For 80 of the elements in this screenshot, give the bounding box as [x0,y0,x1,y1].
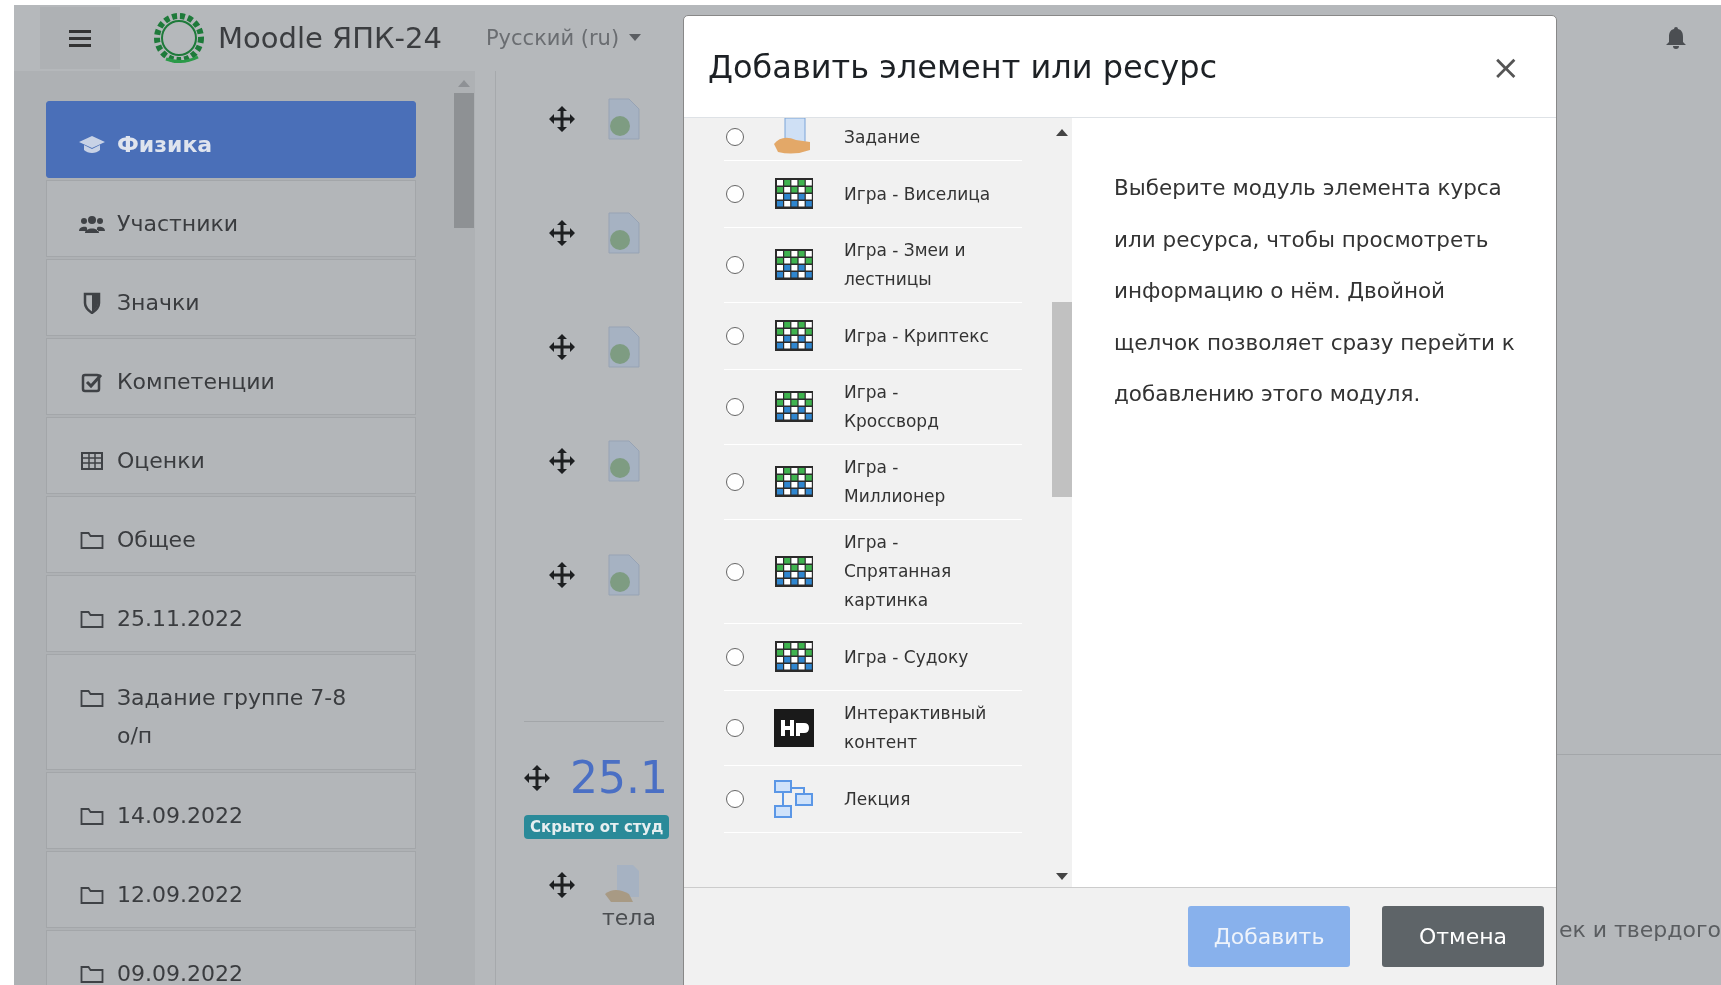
module-option[interactable]: Игра - Виселица [724,161,1022,228]
folder-icon [80,688,104,708]
move-icon[interactable] [549,872,575,898]
web-page-icon [605,440,641,482]
game-board-icon [774,390,814,424]
module-option[interactable]: Игра - Кроссворд [724,370,1022,445]
game-board-icon [774,554,814,589]
sidebar-item[interactable]: Физика [46,101,416,178]
web-page-icon [605,554,641,596]
game-board-icon [774,465,814,499]
table-icon [81,451,103,471]
graduation-cap-icon [79,135,105,155]
folder-icon [80,806,104,826]
sidebar-item[interactable]: 25.11.2022 [46,575,416,652]
folder-icon [80,609,104,629]
game-board-icon [774,319,814,353]
activity-text: ек и твердого [1558,917,1721,942]
move-icon[interactable] [549,334,575,360]
logo-icon [152,11,206,65]
radio-button[interactable] [726,185,744,203]
module-option[interactable]: Игра - Миллионер [724,445,1022,520]
web-page-icon [605,98,641,140]
move-icon[interactable] [549,448,575,474]
bell-icon[interactable] [1665,26,1687,50]
folder-icon [80,530,104,550]
flowchart-icon [774,780,814,818]
scrollbar-thumb[interactable] [1052,302,1072,497]
radio-button[interactable] [726,648,744,666]
sidebar-item[interactable]: Участники [46,180,416,257]
sidebar-item[interactable]: Компетенции [46,338,416,415]
sidebar-item[interactable]: Значки [46,259,416,336]
game-board-icon [774,248,814,282]
game-board-icon [774,640,814,674]
module-option[interactable]: Задание [724,118,1022,161]
menu-icon [69,29,91,47]
web-page-icon [605,326,641,368]
radio-button[interactable] [726,327,744,345]
radio-button[interactable] [726,473,744,491]
folder-icon [80,964,104,984]
scroll-up-icon[interactable] [1056,128,1068,136]
module-option[interactable]: Лекция [724,766,1022,833]
h5p-icon [774,709,814,747]
modal-title: Добавить элемент или ресурс [708,47,1218,86]
site-name[interactable]: Moodle ЯПК-24 [218,21,442,55]
move-icon[interactable] [549,106,575,132]
scroll-down-icon[interactable] [1056,873,1068,881]
close-button[interactable]: × [1479,46,1532,87]
module-option[interactable]: Игра - Спрятанная картинка [724,520,1022,624]
move-icon[interactable] [524,764,550,791]
scrollbar-thumb[interactable] [454,93,474,228]
sidebar-item[interactable]: Оценки [46,417,416,494]
radio-button[interactable] [726,790,744,808]
radio-button[interactable] [726,719,744,737]
module-option[interactable]: Интерактивный контент [724,691,1022,766]
sidebar-item[interactable]: Общее [46,496,416,573]
sidebar-item[interactable]: 12.09.2022 [46,851,416,928]
game-board-icon [774,177,814,211]
caret-icon [629,34,642,42]
shield-icon [82,292,102,314]
radio-button[interactable] [726,128,744,146]
activity-text: тела [601,905,657,930]
hidden-badge: Скрыто от студ [524,815,670,839]
sidebar-item[interactable]: Задание группе 7-8 о/п [46,654,416,770]
move-icon[interactable] [549,562,575,588]
users-icon [79,214,105,234]
sidebar-item[interactable]: 09.09.2022 [46,930,416,985]
module-option[interactable]: Игра - Судоку [724,624,1022,691]
radio-button[interactable] [726,256,744,274]
module-description: Выберите модуль элемента курса или ресурса, чтобы просмотреть информацию о нём. Двойной щелчок позволяет сразу перейти к добавлению этого модуля. [1114,174,1516,408]
checkbox-icon [81,371,103,393]
radio-button[interactable] [726,398,744,416]
radio-button[interactable] [726,562,744,581]
module-option[interactable]: Игра - Змеи и лестницы [724,228,1022,303]
move-icon[interactable] [549,220,575,246]
menu-button[interactable] [40,7,120,69]
cancel-button[interactable]: Отмена [1382,906,1544,967]
folder-icon [80,885,104,905]
module-option[interactable]: Игра - Криптекс [724,303,1022,370]
sidebar-item[interactable]: 14.09.2022 [46,772,416,849]
web-page-icon [605,212,641,254]
